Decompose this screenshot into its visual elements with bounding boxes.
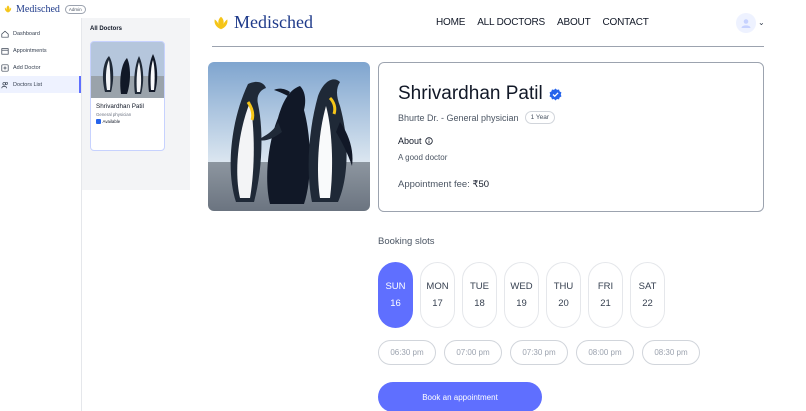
site-logo[interactable]: Medisched — [212, 12, 313, 33]
day-slot[interactable]: TUE 18 — [462, 262, 497, 328]
sidebar-item-appointments[interactable]: Appointments — [0, 42, 81, 59]
day-date: 17 — [432, 298, 443, 309]
admin-main: All Doctors Shrivardhan Patil General ph… — [82, 18, 190, 190]
logo-icon — [214, 16, 228, 29]
time-slot[interactable]: 08:30 pm — [642, 340, 700, 365]
all-doctors-title: All Doctors — [90, 26, 123, 32]
day-name: TUE — [470, 281, 489, 292]
avatar[interactable] — [736, 13, 756, 33]
book-appointment-button[interactable]: Book an appointment — [378, 382, 542, 411]
day-date: 18 — [474, 298, 485, 309]
sidebar-item-label: Dashboard — [13, 30, 40, 37]
time-slot[interactable]: 07:30 pm — [510, 340, 568, 365]
day-date: 22 — [642, 298, 653, 309]
calendar-icon — [1, 47, 9, 55]
doctor-degree-speciality: Bhurte Dr. - General physician — [398, 112, 519, 123]
people-icon — [1, 81, 8, 88]
appointment-fee: Appointment fee: ₹50 — [398, 179, 489, 190]
day-date: 19 — [516, 298, 527, 309]
add-square-icon — [1, 63, 9, 72]
time-slot[interactable]: 06:30 pm — [378, 340, 436, 365]
admin-brand: Medisched — [16, 3, 60, 15]
admin-sidebar: Dashboard Appointments Add Doctor Doctor… — [0, 18, 82, 411]
day-slot[interactable]: FRI 21 — [588, 262, 623, 328]
nav-all-doctors[interactable]: ALL DOCTORS — [477, 17, 545, 30]
availability-checkbox[interactable] — [96, 119, 101, 124]
info-icon — [424, 137, 433, 145]
user-icon — [741, 19, 751, 28]
day-slot[interactable]: MON 17 — [420, 262, 455, 328]
day-slot[interactable]: SAT 22 — [630, 262, 665, 328]
sidebar-item-doctors-list[interactable]: Doctors List — [0, 76, 81, 93]
admin-panel: Medisched Admin Dashboard Appointments A… — [0, 0, 190, 411]
time-slot[interactable]: 07:00 pm — [444, 340, 502, 365]
about-label: About — [398, 136, 422, 146]
day-slot[interactable]: WED 19 — [504, 262, 539, 328]
about-text: A good doctor — [398, 153, 448, 162]
day-name: MON — [426, 281, 449, 292]
penguins-image — [208, 62, 370, 211]
home-icon — [1, 30, 9, 38]
fee-value: ₹50 — [472, 179, 490, 190]
day-slot[interactable]: THU 20 — [546, 262, 581, 328]
nav-contact[interactable]: CONTACT — [602, 17, 648, 30]
day-name: SUN — [385, 281, 406, 292]
sidebar-item-label: Doctors List — [13, 81, 43, 88]
chevron-down-icon[interactable]: ⌄ — [758, 18, 765, 27]
nav-divider — [212, 46, 764, 47]
booking-slots-title: Booking slots — [378, 236, 435, 247]
day-date: 20 — [558, 298, 569, 309]
penguins-image — [91, 42, 164, 98]
day-selector: SUN 16 MON 17 TUE 18 WED 19 THU 20 FRI 2… — [378, 262, 665, 328]
day-date: 16 — [390, 298, 401, 309]
doctor-name-row: Shrivardhan Patil — [398, 83, 562, 105]
time-selector: 06:30 pm 07:00 pm 07:30 pm 08:00 pm 08:3… — [378, 340, 700, 365]
day-date: 21 — [600, 298, 611, 309]
doctor-meta: Bhurte Dr. - General physician 1 Year — [398, 111, 555, 124]
doctor-name: Shrivardhan Patil — [398, 83, 543, 104]
doctor-card-image — [91, 42, 164, 98]
nav-home[interactable]: HOME — [436, 17, 465, 30]
day-name: FRI — [597, 281, 614, 292]
sidebar-item-dashboard[interactable]: Dashboard — [0, 25, 81, 42]
doctor-info-card: Shrivardhan Patil Bhurte Dr. - General p… — [378, 62, 764, 212]
day-name: WED — [510, 281, 533, 292]
about-heading: About — [398, 136, 433, 146]
sidebar-item-label: Add Doctor — [13, 64, 41, 71]
site-brand: Medisched — [234, 12, 313, 32]
doctor-card-speciality: General physician — [96, 112, 132, 117]
experience-badge: 1 Year — [524, 111, 555, 124]
sidebar-item-label: Appointments — [13, 47, 47, 54]
day-slot[interactable]: SUN 16 — [378, 262, 413, 328]
availability-label: Available — [102, 119, 121, 124]
doctor-card[interactable]: Shrivardhan Patil General physician Avai… — [90, 41, 165, 151]
sidebar-item-add-doctor[interactable]: Add Doctor — [0, 59, 81, 76]
logo-icon — [4, 5, 12, 13]
admin-badge: Admin — [64, 4, 86, 14]
main-nav: HOME ALL DOCTORS ABOUT CONTACT — [436, 17, 649, 30]
admin-header: Medisched Admin — [0, 0, 190, 18]
doctor-card-name: Shrivardhan Patil — [96, 103, 144, 110]
day-name: THU — [553, 281, 574, 292]
fee-label: Appointment fee: — [398, 179, 470, 190]
time-slot[interactable]: 08:00 pm — [576, 340, 634, 365]
doctor-photo — [208, 62, 370, 211]
day-name: SAT — [638, 281, 657, 292]
nav-about[interactable]: ABOUT — [557, 17, 591, 30]
verified-icon — [549, 87, 562, 100]
availability-toggle[interactable]: Available — [96, 119, 159, 124]
